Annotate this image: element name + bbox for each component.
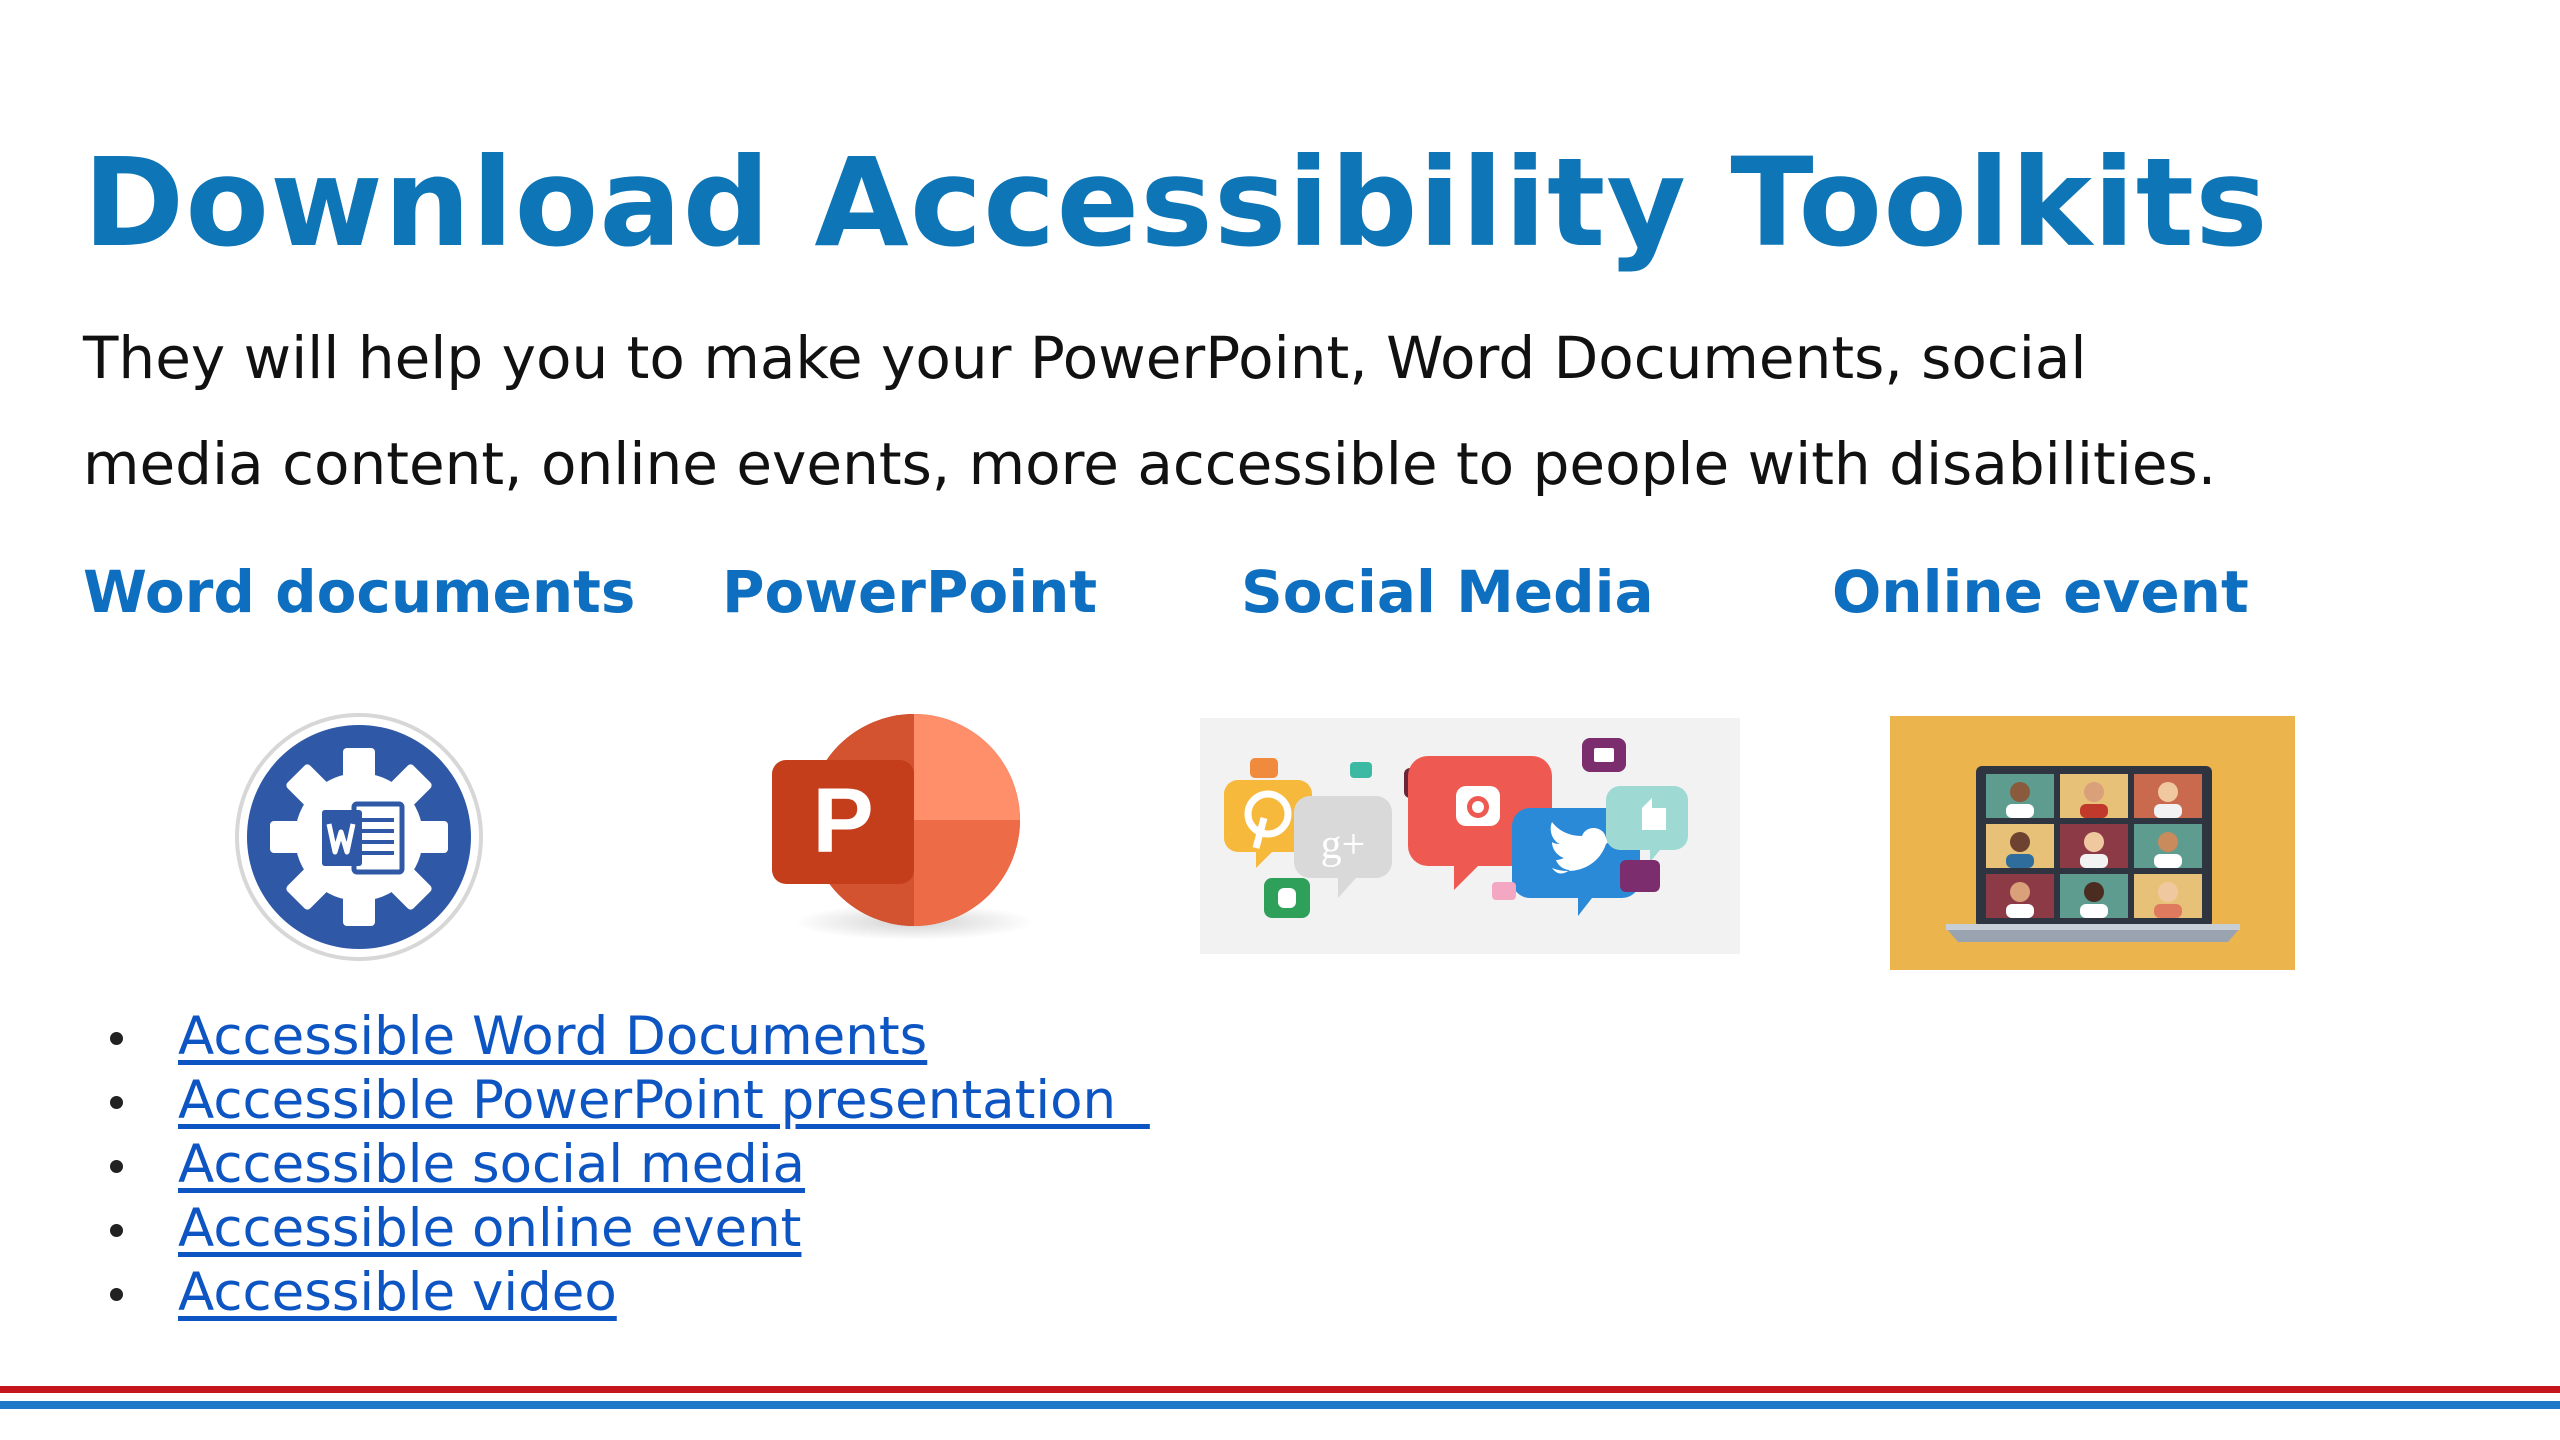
heading-word-documents: Word documents: [83, 558, 636, 626]
word-gear-icon: [234, 712, 484, 966]
link-accessible-powerpoint-presentation[interactable]: Accessible PowerPoint presentation: [178, 1070, 1150, 1131]
link-accessible-word-documents[interactable]: Accessible Word Documents: [178, 1006, 927, 1067]
page-title: Download Accessibility Toolkits: [83, 132, 2269, 274]
powerpoint-icon: P: [764, 712, 1054, 946]
heading-social-media: Social Media: [1241, 558, 1654, 626]
footer-blue-rule: [0, 1401, 2560, 1409]
intro-line-2: media content, online events, more acces…: [83, 430, 2217, 498]
link-accessible-video[interactable]: Accessible video: [178, 1262, 617, 1323]
svg-text:g+: g+: [1321, 822, 1366, 868]
intro-line-1: They will help you to make your PowerPoi…: [83, 324, 2087, 392]
list-item: Accessible video: [100, 1261, 1150, 1325]
list-item: Accessible PowerPoint presentation: [100, 1069, 1150, 1133]
link-accessible-online-event[interactable]: Accessible online event: [178, 1198, 801, 1259]
intro-paragraph: They will help you to make your PowerPoi…: [83, 305, 2383, 517]
svg-text:P: P: [812, 770, 873, 872]
footer-red-rule: [0, 1386, 2560, 1393]
toolkit-link-list: Accessible Word Documents Accessible Pow…: [100, 1005, 1150, 1325]
list-item: Accessible social media: [100, 1133, 1150, 1197]
link-accessible-social-media[interactable]: Accessible social media: [178, 1134, 805, 1195]
video-conference-laptop-icon: [1890, 716, 2295, 974]
heading-online-event: Online event: [1832, 558, 2249, 626]
social-media-bubbles-icon: g+ in: [1200, 718, 1740, 958]
list-item: Accessible Word Documents: [100, 1005, 1150, 1069]
heading-powerpoint: PowerPoint: [722, 558, 1098, 626]
list-item: Accessible online event: [100, 1197, 1150, 1261]
